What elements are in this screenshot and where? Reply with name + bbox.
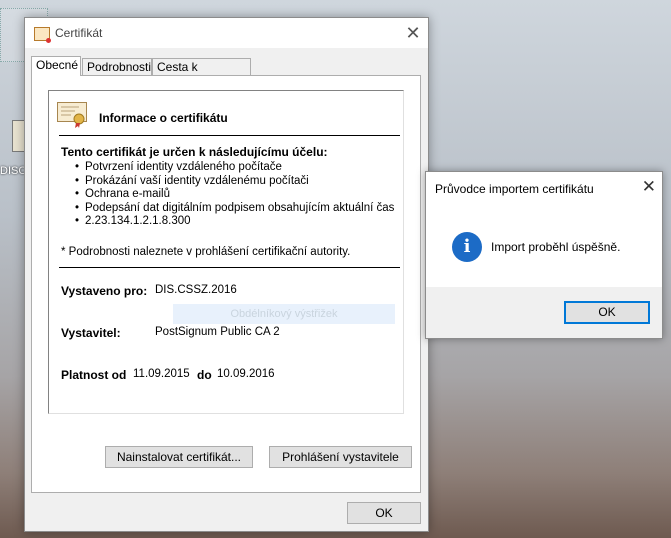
list-item: Podepsání dat digitálním podpisem obsahu… (75, 202, 394, 216)
issued-to-value: DIS.CSSZ.2016 (155, 284, 237, 296)
snip-tooltip-ghost: Obdélníkový výstřižek (173, 304, 395, 324)
list-item: 2.23.134.1.2.1.8.300 (75, 215, 394, 229)
install-certificate-button[interactable]: Nainstalovat certifikát... (105, 446, 253, 468)
certificate-info-box: Informace o certifikátu Tento certifikát… (48, 90, 404, 414)
issuer-value: PostSignum Public CA 2 (155, 326, 280, 338)
import-wizard-dialog: Průvodce importem certifikátu ✕ i Import… (425, 171, 663, 339)
valid-to-label: do (197, 368, 212, 382)
dialog-footer: OK (426, 287, 662, 338)
list-item: Potvrzení identity vzdáleného počítače (75, 161, 394, 175)
valid-from-value: 11.09.2015 (133, 368, 190, 380)
certificate-image-icon (57, 102, 87, 128)
valid-from-label: Platnost od (61, 368, 127, 382)
certificate-icon (34, 27, 51, 43)
desktop-icon-label[interactable]: DISC (0, 165, 26, 177)
divider (59, 267, 400, 268)
authority-note: * Podrobnosti naleznete v prohlášení cer… (61, 246, 351, 258)
info-title: Informace o certifikátu (99, 111, 228, 125)
dialog-ok-button[interactable]: OK (564, 301, 650, 324)
tab-certification-path[interactable]: Cesta k certifikátu (152, 58, 251, 90)
issued-to-label: Vystaveno pro: (61, 284, 148, 298)
info-icon: i (452, 232, 482, 262)
close-icon[interactable]: ✕ (642, 177, 656, 197)
issuer-statement-button[interactable]: Prohlášení vystavitele (269, 446, 412, 468)
divider (59, 135, 400, 136)
ok-button[interactable]: OK (347, 502, 421, 524)
dialog-message: Import proběhl úspěšně. (491, 240, 621, 254)
window-title: Certifikát (55, 26, 103, 40)
issuer-label: Vystavitel: (61, 326, 121, 340)
purpose-list: Potvrzení identity vzdáleného počítače P… (75, 161, 394, 229)
title-bar[interactable]: Certifikát ✕ (25, 18, 428, 48)
list-item: Ochrana e-mailů (75, 188, 394, 202)
certificate-window: Certifikát ✕ Obecné Podrobnosti Cesta k … (24, 17, 429, 532)
tab-general[interactable]: Obecné (31, 56, 81, 76)
tab-details[interactable]: Podrobnosti (82, 58, 152, 75)
dialog-title: Průvodce importem certifikátu (435, 182, 594, 196)
tab-panel-general: Informace o certifikátu Tento certifikát… (31, 75, 421, 493)
close-icon[interactable]: ✕ (398, 18, 428, 48)
list-item: Prokázání vaší identity vzdálenému počít… (75, 175, 394, 189)
valid-to-value: 10.09.2016 (217, 368, 275, 380)
purpose-heading: Tento certifikát je určen k následujícím… (61, 145, 328, 159)
